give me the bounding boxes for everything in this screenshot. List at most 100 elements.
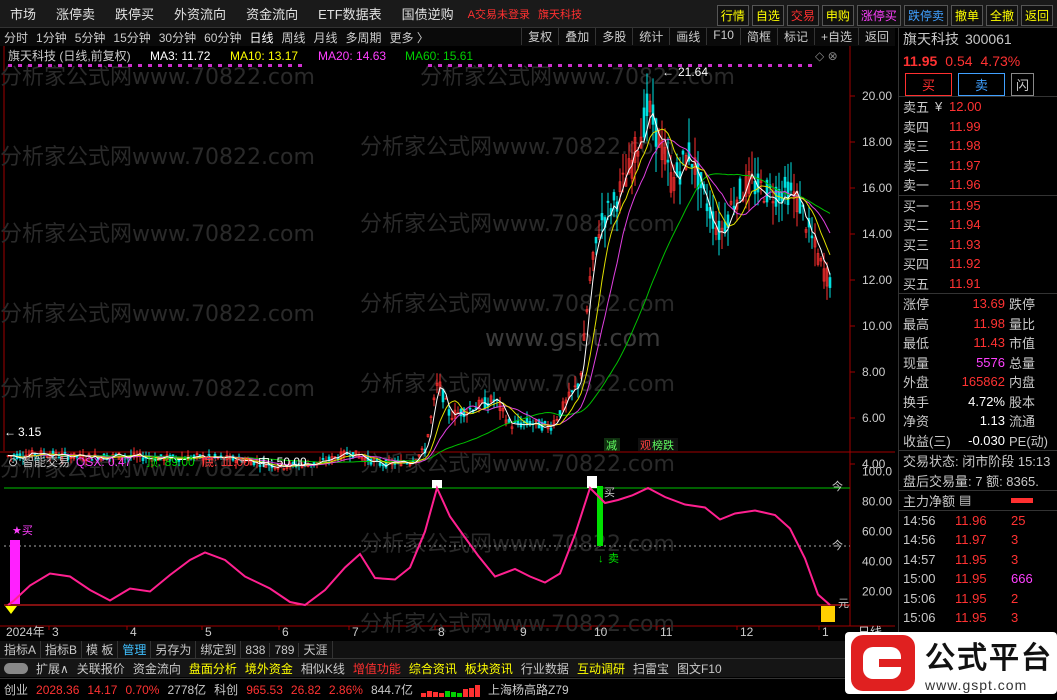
- main-flow-label[interactable]: 主力净额: [903, 491, 955, 510]
- kline-chart-svg[interactable]: 分析家公式网www.70822.com 分析家公式网www.70822.com …: [0, 46, 895, 641]
- tool-button[interactable]: 简框: [739, 28, 777, 45]
- period-tab[interactable]: 周线: [277, 29, 309, 46]
- indicator-tab[interactable]: 789: [270, 642, 300, 657]
- ask-price: 11.96: [949, 177, 981, 193]
- period-tab[interactable]: 月线: [310, 29, 342, 46]
- candle-body: [774, 186, 778, 207]
- stat-value: 5576: [976, 354, 1005, 370]
- quick-button[interactable]: 返回: [1020, 5, 1053, 26]
- menu-item[interactable]: 资金流向: [236, 4, 308, 23]
- ask-row[interactable]: 卖五 ¥12.00: [903, 97, 1057, 117]
- menu-item[interactable]: ETF数据表: [308, 4, 392, 23]
- quick-button[interactable]: 申购: [821, 5, 854, 26]
- menu-item[interactable]: 跌停买: [105, 4, 164, 23]
- indicator-tab[interactable]: 绑定到: [196, 641, 242, 658]
- tool-button[interactable]: 画线: [669, 28, 706, 45]
- function-tab[interactable]: 盘面分析: [185, 660, 241, 677]
- menu-item[interactable]: 外资流向: [164, 4, 236, 23]
- buy-button[interactable]: 买: [905, 72, 953, 96]
- ask-row[interactable]: 卖四 11.99: [903, 117, 1057, 137]
- bid-row[interactable]: 买五 11.91: [903, 274, 1057, 294]
- tag-reduce[interactable]: 减: [606, 439, 617, 452]
- quick-button[interactable]: 跌停卖: [903, 5, 948, 26]
- event-dot: [518, 64, 522, 67]
- function-tab[interactable]: 图文F10: [673, 660, 726, 677]
- indicator-tab[interactable]: 天涯: [299, 641, 333, 658]
- watermark-text: 分析家公式网www.70822.com: [360, 292, 675, 317]
- menu-item[interactable]: 国债逆购: [392, 4, 464, 23]
- chart-area[interactable]: 分析家公式网www.70822.com 分析家公式网www.70822.com …: [0, 46, 895, 641]
- event-dot: [118, 64, 122, 67]
- tag-watch[interactable]: 观: [640, 439, 651, 452]
- tool-button[interactable]: 多股: [595, 28, 632, 45]
- period-tab[interactable]: 30分钟: [155, 29, 200, 46]
- indicator-tab[interactable]: 838: [241, 642, 271, 657]
- period-tab[interactable]: 60分钟: [200, 29, 245, 46]
- tool-button[interactable]: 复权: [521, 28, 558, 45]
- tool-button[interactable]: 统计: [632, 28, 669, 45]
- quick-button[interactable]: 行情: [716, 5, 749, 26]
- stat-value: 11.98: [973, 315, 1005, 331]
- bid-row[interactable]: 买三 11.93: [903, 235, 1057, 255]
- period-tab[interactable]: 15分钟: [109, 29, 154, 46]
- menu-item[interactable]: 市场: [0, 4, 46, 23]
- period-tab[interactable]: 5分钟: [71, 29, 110, 46]
- price-tick: 18.00: [862, 135, 892, 149]
- function-tab[interactable]: 相似K线: [297, 660, 349, 677]
- tool-button[interactable]: 标记: [776, 28, 814, 45]
- quick-button[interactable]: 撤单: [950, 5, 983, 26]
- function-tab[interactable]: 关联报价: [73, 660, 129, 677]
- indicator-name[interactable]: 智能交易: [22, 454, 70, 469]
- tag-rank-drop[interactable]: 榜跌: [652, 438, 674, 452]
- ask-row[interactable]: 卖二 11.97: [903, 156, 1057, 176]
- function-tab[interactable]: 行业数据: [517, 660, 573, 677]
- indicator-tab[interactable]: 模 板: [82, 641, 119, 658]
- quick-button[interactable]: 交易: [786, 5, 819, 26]
- sell-button[interactable]: 卖: [958, 72, 1006, 96]
- indicator-tab[interactable]: 管理: [118, 641, 152, 658]
- indicator-tab[interactable]: 指标B: [41, 641, 83, 658]
- tool-button[interactable]: F10: [706, 28, 740, 45]
- chart-settings-icon[interactable]: ◇ ⊗: [815, 49, 838, 63]
- toggle-switch-icon[interactable]: [4, 662, 28, 674]
- buy-signal-bar: [10, 540, 20, 604]
- period-tab[interactable]: 分时: [0, 29, 32, 46]
- function-tab[interactable]: 扫雷宝: [629, 660, 673, 677]
- indicator-tab[interactable]: 另存为: [151, 641, 197, 658]
- event-dot: [748, 64, 752, 67]
- trade-login-warning[interactable]: A交易未登录: [464, 6, 534, 22]
- flash-trade-button[interactable]: 闪: [1011, 72, 1035, 96]
- quick-button[interactable]: 涨停买: [856, 5, 901, 26]
- tool-button[interactable]: 返回: [857, 28, 895, 45]
- function-tab[interactable]: 扩展∧: [32, 660, 73, 677]
- bid-row[interactable]: 买四 11.92: [903, 254, 1057, 274]
- tick-volume: 3: [1011, 551, 1019, 567]
- quick-button[interactable]: 自选: [751, 5, 784, 26]
- ask-row[interactable]: 卖一 11.96: [903, 175, 1057, 195]
- period-tab[interactable]: 更多 〉: [386, 29, 433, 46]
- period-tab[interactable]: 日线: [245, 29, 277, 46]
- bid-row[interactable]: 买二 11.94: [903, 215, 1057, 235]
- bid-row[interactable]: 买一 11.95: [903, 196, 1057, 216]
- stat-label: 涨停: [903, 297, 930, 313]
- stat-label-right: 跌停: [1009, 297, 1036, 313]
- function-tab[interactable]: 互动调研: [573, 660, 629, 677]
- function-tab[interactable]: 增值功能: [349, 660, 405, 677]
- indicator-settings-icon[interactable]: ⊙: [8, 455, 18, 469]
- function-tab[interactable]: 境外资金: [241, 660, 297, 677]
- ask-row[interactable]: 卖三 11.98: [903, 136, 1057, 156]
- period-tab[interactable]: 多周期: [342, 29, 386, 46]
- function-tab[interactable]: 综合资讯: [405, 660, 461, 677]
- function-tab[interactable]: 板块资讯: [461, 660, 517, 677]
- function-tab[interactable]: 资金流向: [129, 660, 185, 677]
- event-dot: [178, 64, 182, 67]
- indicator-tick: 20.00: [862, 585, 892, 599]
- indicator-tab[interactable]: 指标A: [0, 641, 42, 658]
- main-flow-icon[interactable]: ▤: [959, 492, 971, 508]
- server-location[interactable]: 上海杨高路Z79: [484, 681, 573, 698]
- period-tab[interactable]: 1分钟: [32, 29, 71, 46]
- quick-button[interactable]: 全撤: [985, 5, 1018, 26]
- menu-item[interactable]: 涨停卖: [46, 4, 105, 23]
- tool-button[interactable]: 叠加: [558, 28, 595, 45]
- tool-button[interactable]: +自选: [813, 28, 858, 45]
